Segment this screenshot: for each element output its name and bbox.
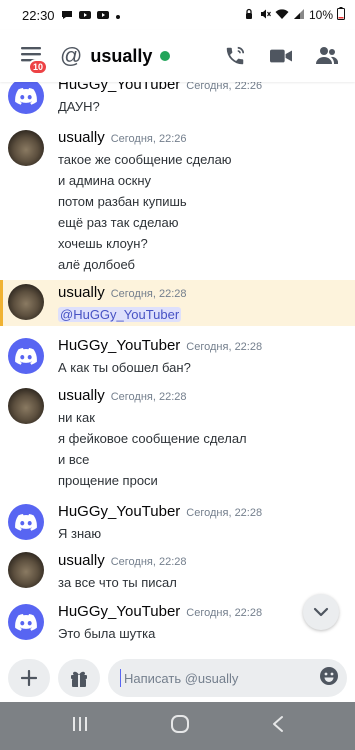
voice-call-button[interactable]	[223, 44, 247, 68]
message-author[interactable]: HuGGy_YouTuber	[58, 337, 180, 354]
message-timestamp: Сегодня, 22:26	[110, 133, 187, 145]
discord-logo-icon	[15, 613, 37, 631]
more-notifications-dot-icon	[115, 8, 121, 23]
message-author[interactable]: usually	[58, 552, 105, 569]
video-icon	[270, 49, 292, 63]
members-button[interactable]	[315, 44, 339, 68]
message-mention-highlight: usually Сегодня, 22:28 @HuGGy_YouTuber	[0, 280, 355, 326]
gift-icon	[71, 671, 87, 687]
message: HuGGy_YouTuber Сегодня, 22:28 Это была ш…	[0, 602, 355, 652]
gift-button[interactable]	[58, 659, 100, 697]
message-input[interactable]	[120, 669, 319, 687]
message-author[interactable]: usually	[58, 387, 105, 404]
message: HuGGy_YouTuber Сегодня, 22:28 А как ты о…	[0, 334, 355, 380]
message-timestamp: Сегодня, 22:28	[110, 556, 187, 568]
message: HuGGy_YouTuber Сегодня, 22:28 Я знаю	[0, 502, 355, 548]
message-timestamp: Сегодня, 22:28	[110, 288, 187, 300]
recents-icon	[72, 716, 87, 731]
message: HuGGy_YouTuber Сегодня, 22:26 ДАУН?	[0, 82, 355, 124]
youtube-notification-icon-2	[96, 8, 109, 23]
avatar[interactable]	[8, 552, 44, 588]
message-list[interactable]: HuGGy_YouTuber Сегодня, 22:26 ДАУН? usua…	[0, 82, 355, 654]
emoji-button[interactable]	[319, 666, 339, 691]
message-author[interactable]: HuGGy_YouTuber	[58, 603, 180, 620]
chevron-down-icon	[313, 607, 329, 617]
message-timestamp: Сегодня, 22:28	[110, 391, 187, 403]
system-navigation-bar	[0, 702, 355, 750]
mute-icon	[259, 8, 271, 23]
plus-icon	[21, 670, 37, 686]
signal-icon	[293, 8, 305, 23]
message-author[interactable]: HuGGy_YouTuber	[58, 503, 180, 520]
avatar[interactable]	[8, 284, 44, 320]
message-text: я фейковое сообщение сделал	[58, 431, 247, 446]
battery-percent: 10%	[308, 8, 333, 22]
message-author[interactable]: usually	[58, 129, 105, 146]
chat-notification-icon	[61, 8, 73, 23]
message-text: Это была шутка	[58, 626, 156, 641]
message: usually Сегодня, 22:26 такое же сообщени…	[0, 126, 355, 276]
discord-logo-icon	[15, 347, 37, 365]
avatar[interactable]	[8, 604, 44, 640]
message-text: ещё раз так сделаю	[58, 215, 179, 230]
discord-logo-icon	[15, 87, 37, 105]
status-bar: 22:30 10%	[0, 0, 355, 30]
youtube-notification-icon	[78, 8, 91, 23]
message-timestamp: Сегодня, 22:28	[186, 341, 263, 353]
add-attachment-button[interactable]	[8, 659, 50, 697]
status-time: 22:30	[22, 7, 55, 23]
message-composer	[0, 654, 355, 702]
message-text: такое же сообщение сделаю	[58, 152, 232, 167]
message-text: за все что ты писал	[58, 575, 177, 590]
home-button[interactable]	[170, 714, 190, 739]
message-text: потом разбан купишь	[58, 194, 187, 209]
message-text: Я знаю	[58, 526, 102, 541]
recents-button[interactable]	[71, 716, 89, 737]
menu-button[interactable]: 10	[14, 39, 49, 75]
message-text: хочешь клоун?	[58, 236, 148, 251]
avatar[interactable]	[8, 388, 44, 424]
message-text: алё долбоеб	[58, 257, 135, 272]
message-text: и админа оскну	[58, 173, 152, 188]
message-timestamp: Сегодня, 22:26	[186, 82, 263, 92]
message-timestamp: Сегодня, 22:28	[186, 607, 263, 619]
wifi-icon	[275, 8, 289, 23]
message: usually Сегодня, 22:28 ни как я фейковое…	[0, 386, 355, 494]
battery-icon	[337, 7, 345, 23]
back-button[interactable]	[271, 715, 285, 738]
discord-logo-icon	[15, 513, 37, 531]
avatar[interactable]	[8, 130, 44, 166]
phone-icon	[226, 46, 245, 65]
members-icon	[316, 47, 338, 64]
message-text: и все	[58, 452, 90, 467]
message-timestamp: Сегодня, 22:28	[186, 507, 263, 519]
message-text: ни как	[58, 410, 95, 425]
message-text: прощение проси	[58, 473, 158, 488]
message-input-wrapper	[108, 659, 347, 697]
message-author[interactable]: HuGGy_YouTuber	[58, 82, 180, 93]
message: usually Сегодня, 22:28 за все что ты пис…	[0, 552, 355, 598]
user-mention[interactable]: @HuGGy_YouTuber	[58, 307, 182, 322]
at-icon: @	[60, 43, 83, 68]
jump-to-latest-button[interactable]	[303, 594, 339, 630]
back-icon	[272, 715, 283, 732]
page-title[interactable]: usually	[90, 46, 152, 67]
message-text: ДАУН?	[58, 99, 100, 114]
unread-badge: 10	[28, 59, 49, 75]
avatar[interactable]	[8, 82, 44, 114]
video-call-button[interactable]	[269, 44, 293, 68]
home-icon	[170, 714, 189, 733]
emoji-icon	[320, 666, 338, 685]
channel-header: 10 @ usually	[0, 30, 355, 82]
avatar[interactable]	[8, 338, 44, 374]
message-text: А как ты обошел бан?	[58, 360, 191, 375]
avatar[interactable]	[8, 504, 44, 540]
alarm-icon	[243, 8, 255, 23]
online-status-indicator	[160, 51, 171, 61]
message-author[interactable]: usually	[58, 284, 105, 301]
